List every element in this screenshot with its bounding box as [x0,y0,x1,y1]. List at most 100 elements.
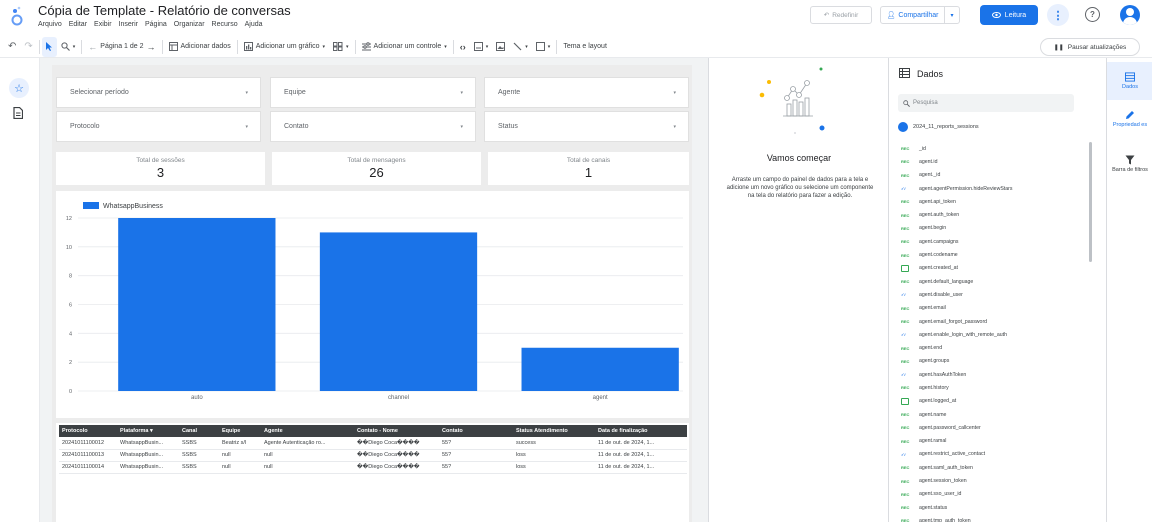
field-item[interactable]: REC agent.sso_user_id [901,488,1071,501]
next-page-icon[interactable]: → [147,42,156,52]
help-icon[interactable]: ? [1085,7,1100,22]
report-title[interactable]: Cópia de Template - Relatório de convers… [38,3,291,18]
menu-editar[interactable]: Editar [69,21,87,28]
data-source[interactable]: 2024_11_reports_sessions [898,122,979,132]
field-item[interactable]: ✓/ agent.agentPermission.hideReviewStars [901,182,1071,195]
zoom-icon[interactable]: ▾ [57,37,80,57]
field-item[interactable]: REC agent.email [901,302,1071,315]
field-item[interactable]: REC agent.session_token [901,474,1071,487]
field-item[interactable]: REC agent.codename [901,248,1071,261]
bar[interactable] [118,218,276,391]
filter-contato[interactable]: Contato ▾ [270,111,476,142]
field-item[interactable]: REC agent.status [901,501,1071,514]
field-item[interactable]: REC agent._id [901,169,1071,182]
column-header-sorted[interactable]: Plataforma ▾ [117,425,179,437]
select-pointer-icon[interactable] [41,36,57,57]
field-item[interactable]: ✓/ agent.disable_user [901,288,1071,301]
field-item[interactable]: REC agent.name [901,408,1071,421]
field-item[interactable]: REC agent.tmp_auth_token [901,514,1071,522]
field-item[interactable]: REC agent.id [901,155,1071,168]
table-row[interactable]: 20241011100014 WhatsappBusin... SSBS nul… [59,461,687,474]
bar-chart[interactable]: WhatsappBusiness 0 2 4 6 8 10 12 auto channel agen… [56,191,689,418]
bar[interactable] [521,347,679,391]
scorecard-sessions[interactable]: Total de sessões 3 [56,152,265,185]
column-header[interactable]: Status Atendimento [513,425,595,437]
star-icon[interactable]: ☆ [9,78,29,98]
menu-exibir[interactable]: Exibir [94,21,112,28]
looker-studio-logo[interactable] [10,6,24,26]
field-item[interactable]: REC agent.begin [901,222,1071,235]
menu-ajuda[interactable]: Ajuda [245,21,263,28]
field-list-scrollbar[interactable] [1089,142,1092,262]
field-item[interactable]: REC agent.end [901,341,1071,354]
field-item[interactable]: REC agent.password_callcenter [901,421,1071,434]
text-box-icon[interactable]: ▾ [470,37,493,57]
add-chart-button[interactable]: Adicionar um gráfico ▾ [240,37,329,57]
rail-tab-filtros[interactable]: Barra de filtros [1107,151,1152,189]
view-mode-button[interactable]: Leitura [980,5,1038,25]
column-header[interactable]: Contato [439,425,513,437]
bar[interactable] [319,232,478,391]
reset-button[interactable]: ↶ Redefinir [810,6,872,24]
column-header[interactable]: Data de finalização [595,425,687,437]
menu-arquivo[interactable]: Arquivo [38,21,62,28]
theme-layout-button[interactable]: Tema e layout [559,37,611,57]
share-dropdown-icon[interactable]: ▾ [945,12,959,19]
redo-icon[interactable]: ↷ [20,37,36,57]
field-item[interactable]: REC agent.history [901,381,1071,394]
column-header[interactable]: Canal [179,425,219,437]
add-control-button[interactable]: Adicionar um controle ▾ [358,37,451,57]
filter-equipe[interactable]: Equipe ▾ [270,77,476,108]
prev-page-icon[interactable]: ← [88,42,97,52]
image-icon[interactable] [492,37,509,57]
field-item[interactable]: ✓/ agent.enable_login_with_remote_auth [901,328,1071,341]
page-navigator[interactable]: ← Página 1 de 2 → [84,37,159,57]
embed-code-icon[interactable]: ‹› [456,37,470,57]
field-item[interactable]: ✓/ agent.hasAuthToken [901,368,1071,381]
field-item[interactable]: ✓/ agent.restrict_active_contact [901,448,1071,461]
field-item[interactable]: REC agent.auth_token [901,208,1071,221]
sort-desc-icon: ▾ [149,428,153,434]
field-item[interactable]: REC agent.saml_auth_token [901,461,1071,474]
filter-period[interactable]: Selecionar período ▾ [56,77,261,108]
filter-protocolo[interactable]: Protocolo ▾ [56,111,261,142]
field-item[interactable]: agent.logged_at [901,395,1071,408]
scorecard-messages[interactable]: Total de mensagens 26 [272,152,481,185]
field-item[interactable]: REC agent.groups [901,355,1071,368]
shape-icon[interactable]: ▾ [532,37,555,57]
column-header[interactable]: Protocolo [59,425,117,437]
field-item[interactable]: REC _id [901,142,1071,155]
line-icon[interactable]: ▾ [509,37,532,57]
field-item[interactable]: REC agent.ramal [901,435,1071,448]
field-item[interactable]: REC agent.default_language [901,275,1071,288]
filter-agente[interactable]: Agente ▾ [484,77,689,108]
community-viz-button[interactable]: ▾ [329,37,353,57]
scorecard-channels[interactable]: Total de canais 1 [488,152,689,185]
table-row[interactable]: 20241011100013 WhatsappBusin... SSBS nul… [59,449,687,462]
add-data-button[interactable]: Adicionar dados [165,37,235,57]
menu-organizar[interactable]: Organizar [174,21,205,28]
rail-tab-propriedades[interactable]: Propriedad es [1107,106,1152,144]
share-button[interactable]: 👤︎ Compartilhar ▾ [880,6,960,24]
field-item[interactable]: REC agent.api_token [901,195,1071,208]
field-item[interactable]: agent.created_at [901,262,1071,275]
more-options-icon[interactable]: ⋮ [1047,4,1069,26]
column-header[interactable]: Agente [261,425,354,437]
filter-status[interactable]: Status ▾ [484,111,689,142]
user-avatar[interactable] [1120,5,1140,25]
column-header[interactable]: Equipe [219,425,261,437]
menu-pagina[interactable]: Página [145,21,167,28]
menu-recurso[interactable]: Recurso [212,21,238,28]
menu-inserir[interactable]: Inserir [119,21,138,28]
field-search-input[interactable]: Pesquisa [898,94,1074,112]
column-header[interactable]: Contato - Nome [354,425,439,437]
table-row[interactable]: 20241011100012 WhatsappBusin... SSBS Bea… [59,437,687,450]
undo-icon[interactable]: ↶ [4,37,20,57]
data-table[interactable]: Protocolo Plataforma ▾ Canal Equipe Agen… [56,423,689,522]
field-item[interactable]: REC agent.campaigns [901,235,1071,248]
field-item[interactable]: REC agent.email_forgot_password [901,315,1071,328]
pause-updates-button[interactable]: ❚❚ Pausar atualizações [1040,38,1140,56]
page-indicator[interactable]: Página 1 de 2 [100,43,143,50]
rail-tab-dados[interactable]: Dados [1107,62,1152,100]
page-icon[interactable] [13,107,23,119]
